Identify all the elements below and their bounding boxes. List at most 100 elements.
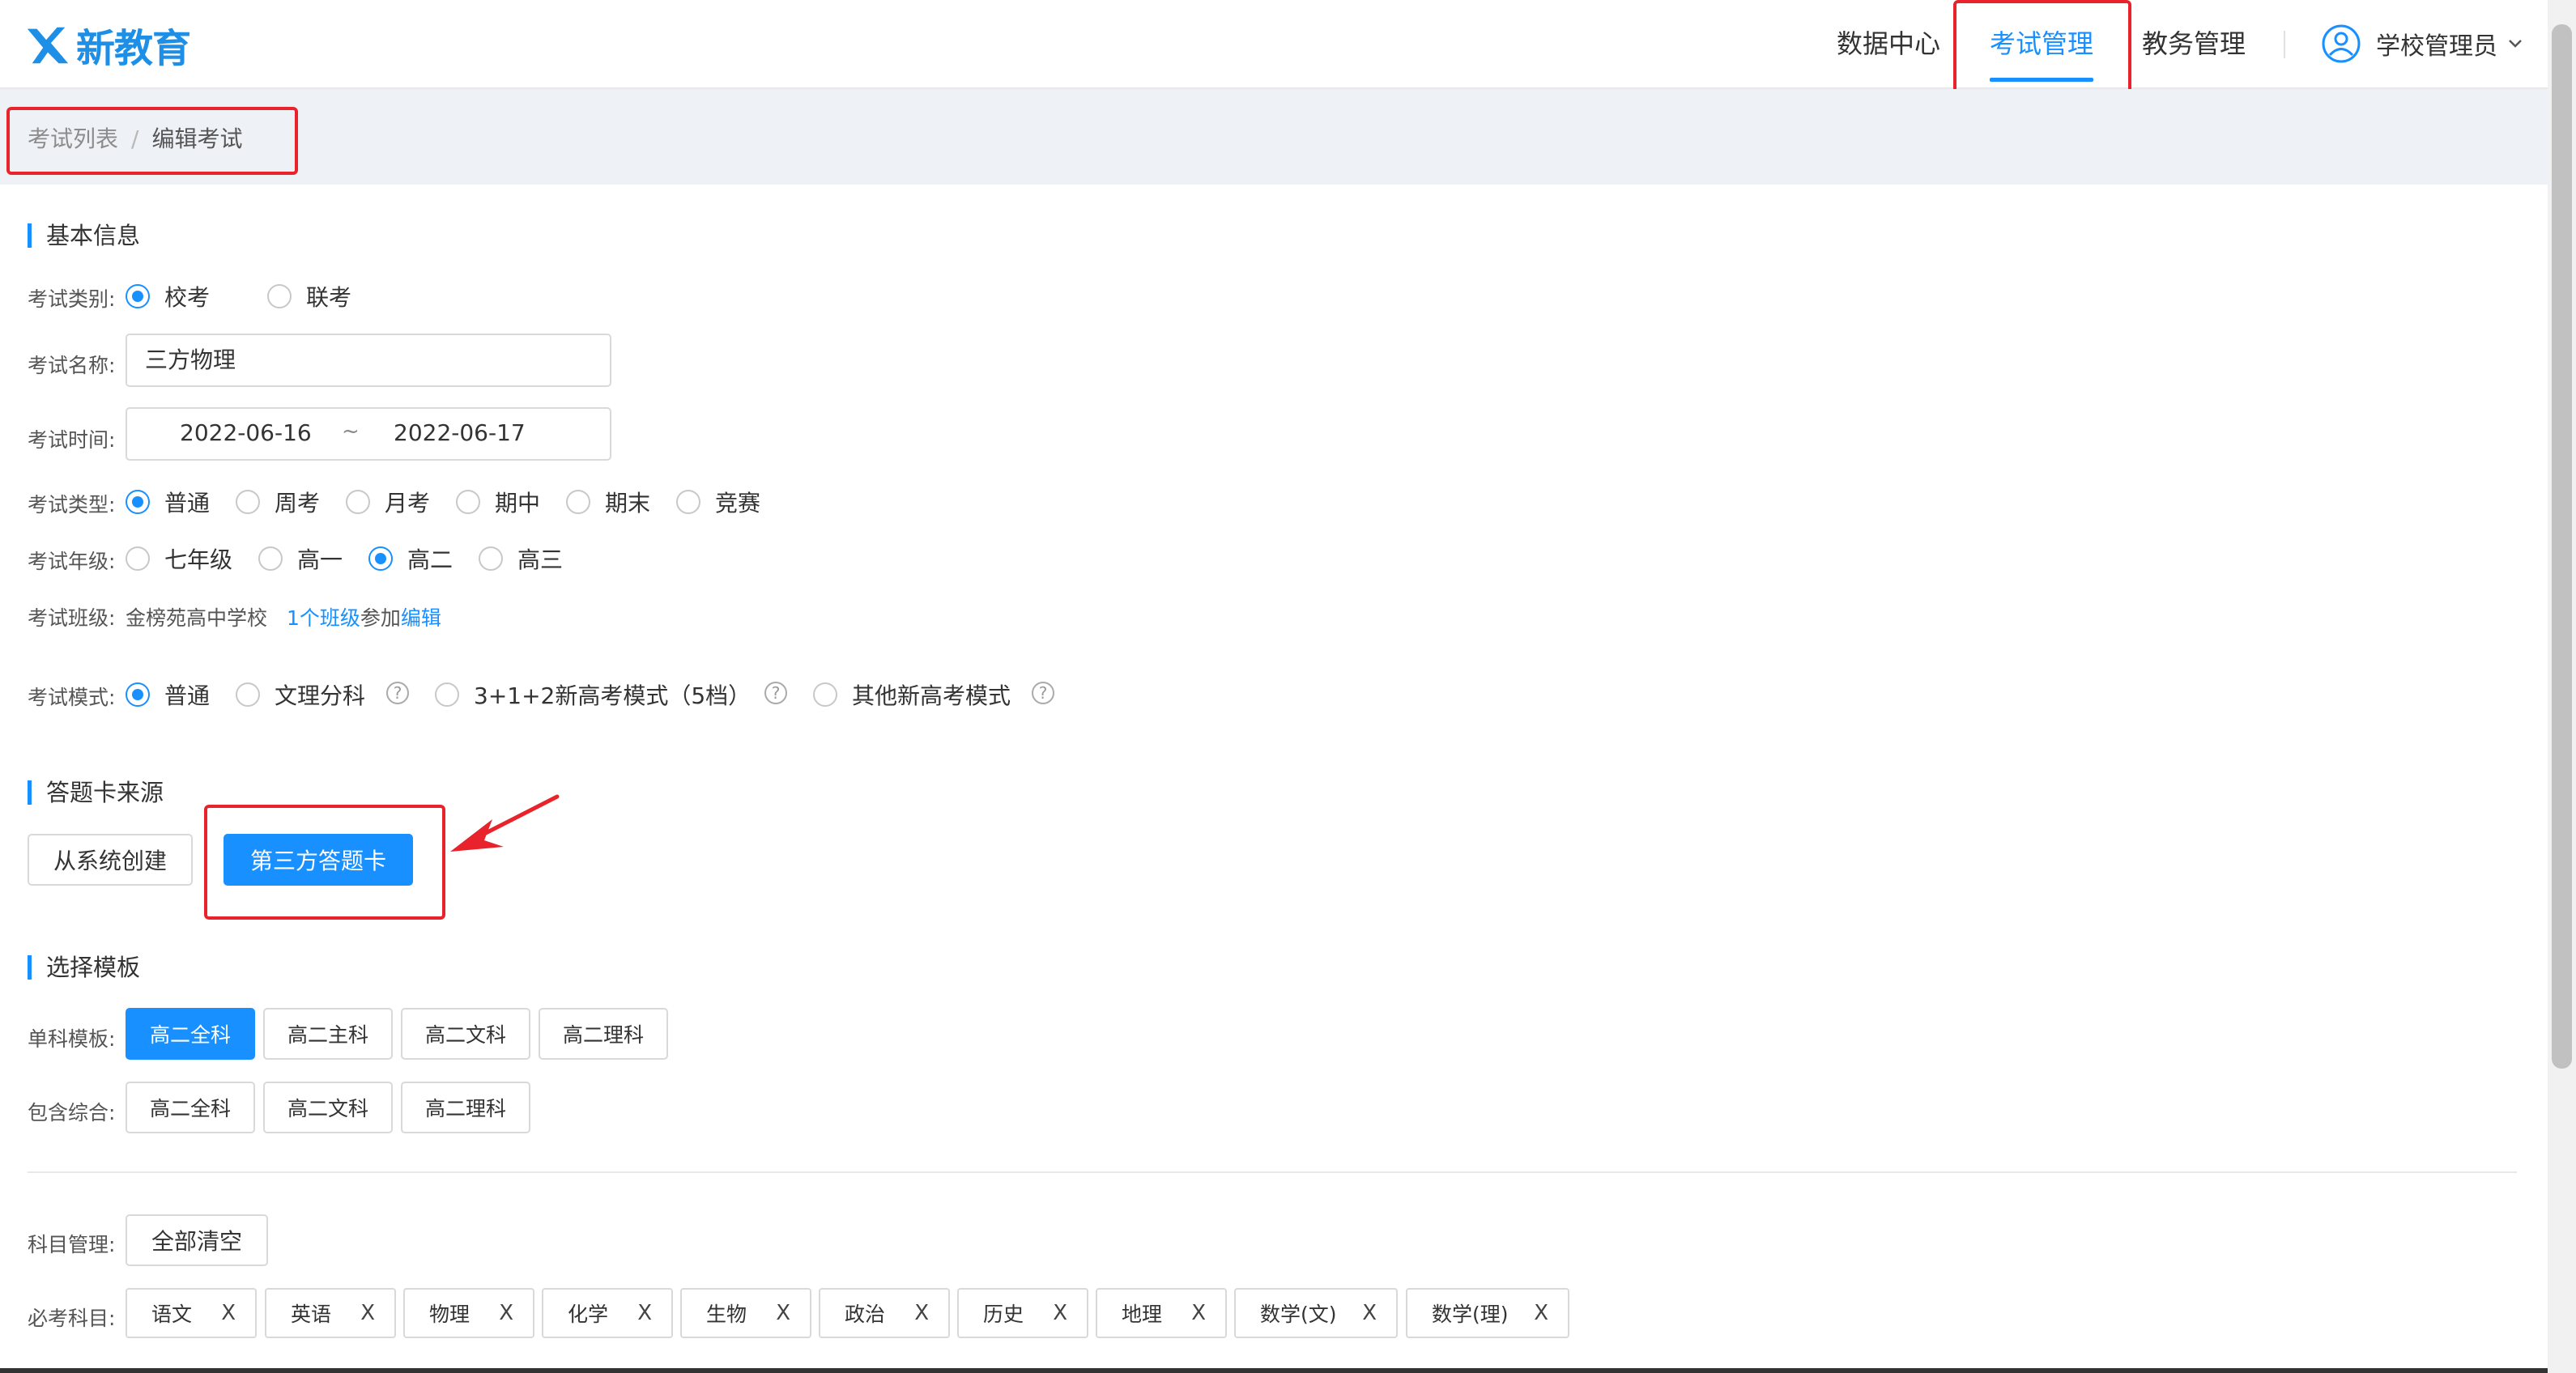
radio-type-final[interactable]: 期末 (566, 486, 650, 518)
section-divider (28, 1171, 2517, 1173)
subject-name: 地理 (1122, 1303, 1163, 1326)
radio-mode-arts-science[interactable]: 文理分科 (236, 678, 365, 711)
subject-tag-politics: 政治 X (819, 1288, 950, 1338)
annotation-highlight-breadcrumb (6, 107, 298, 175)
radio-grade-10[interactable]: 高一 (258, 542, 343, 575)
annotation-highlight-card-source (204, 805, 445, 920)
radio-label: 校考 (164, 284, 211, 311)
close-icon[interactable]: X (1191, 1301, 1206, 1325)
radio-grade-12[interactable]: 高三 (479, 542, 563, 575)
school-name: 金榜苑高中学校 (126, 606, 268, 630)
subject-name: 政治 (845, 1303, 886, 1326)
user-name: 学校管理员 (2376, 32, 2497, 61)
required-subjects-label: 必考科目: (28, 1307, 116, 1330)
radio-mode-normal[interactable]: 普通 (126, 678, 210, 711)
close-icon[interactable]: X (637, 1301, 652, 1325)
radio-type-weekly[interactable]: 周考 (236, 486, 320, 518)
class-edit-link[interactable]: 编辑 (401, 606, 441, 630)
nav-academic-affairs[interactable]: 教务管理 (2142, 0, 2246, 87)
radio-category-joint[interactable]: 联考 (267, 280, 351, 312)
radio-dot (258, 546, 283, 571)
radio-grade-11[interactable]: 高二 (368, 542, 453, 575)
radio-label: 七年级 (164, 546, 233, 573)
logo-icon (27, 27, 69, 64)
template-single-science[interactable]: 高二理科 (539, 1008, 668, 1060)
subject-tag-biology: 生物 X (680, 1288, 811, 1338)
breadcrumb-bar (0, 89, 2548, 185)
radio-dot (236, 682, 260, 707)
class-count-link[interactable]: 1个班级 (287, 606, 360, 630)
subject-tag-english: 英语 X (265, 1288, 396, 1338)
section-title-template: 选择模板 (28, 955, 140, 980)
exam-name-label: 考试名称: (28, 354, 116, 377)
exam-class-info: 金榜苑高中学校 1个班级参加编辑 (126, 602, 441, 631)
subject-tag-physics: 物理 X (403, 1288, 534, 1338)
exam-name-input[interactable]: 三方物理 (126, 334, 611, 387)
radio-dot (813, 682, 837, 707)
radio-category-school[interactable]: 校考 (126, 280, 210, 312)
subject-name: 语文 (151, 1303, 193, 1326)
template-combined-arts[interactable]: 高二文科 (263, 1082, 393, 1133)
radio-mode-other[interactable]: 其他新高考模式 (813, 678, 1011, 711)
section-title-basic-info: 基本信息 (28, 223, 140, 248)
exam-mode-label: 考试模式: (28, 686, 116, 709)
subject-tag-chemistry: 化学 X (542, 1288, 673, 1338)
radio-grade-7[interactable]: 七年级 (126, 542, 232, 575)
logo[interactable]: 新教育 (24, 16, 191, 73)
date-range-separator: ~ (342, 419, 360, 444)
close-icon[interactable]: X (499, 1301, 513, 1325)
close-icon[interactable]: X (221, 1301, 236, 1325)
template-single-main[interactable]: 高二主科 (263, 1008, 393, 1060)
clear-all-button[interactable]: 全部清空 (126, 1214, 268, 1266)
radio-type-monthly[interactable]: 月考 (346, 486, 430, 518)
radio-type-normal[interactable]: 普通 (126, 486, 210, 518)
help-icon[interactable]: ? (386, 682, 409, 704)
template-single-all[interactable]: 高二全科 (126, 1008, 255, 1060)
radio-label: 文理分科 (275, 682, 366, 709)
radio-dot (236, 490, 260, 514)
close-icon[interactable]: X (1053, 1301, 1067, 1325)
help-icon[interactable]: ? (1032, 682, 1054, 704)
exam-category-label: 考试类别: (28, 287, 116, 311)
template-combined-science[interactable]: 高二理科 (401, 1082, 530, 1133)
subject-tag-math-science: 数学(理) X (1406, 1288, 1569, 1338)
exam-start-date[interactable]: 2022-06-16 (180, 419, 312, 446)
radio-dot (126, 490, 150, 514)
radio-dot (126, 682, 150, 707)
radio-label: 竞赛 (715, 490, 761, 516)
user-avatar-icon (2322, 24, 2361, 63)
create-from-system-button[interactable]: 从系统创建 (28, 834, 193, 886)
user-menu[interactable]: 学校管理员 (2321, 21, 2523, 66)
page-scrollbar-thumb[interactable] (2552, 24, 2572, 1069)
subject-name: 历史 (983, 1303, 1024, 1326)
template-single-arts[interactable]: 高二文科 (401, 1008, 530, 1060)
radio-label: 3+1+2新高考模式（5档） (474, 682, 752, 709)
radio-dot (346, 490, 370, 514)
exam-type-label: 考试类型: (28, 493, 116, 516)
subject-tag-geography: 地理 X (1096, 1288, 1227, 1338)
exam-class-label: 考试班级: (28, 606, 116, 630)
annotation-arrow-icon (450, 794, 560, 852)
radio-dot (435, 682, 459, 707)
bottom-edge (0, 1368, 2548, 1373)
subject-name: 物理 (429, 1303, 470, 1326)
combined-template-label: 包含综合: (28, 1101, 116, 1124)
subject-tag-history: 历史 X (957, 1288, 1088, 1338)
class-join-text: 参加 (360, 606, 401, 630)
close-icon[interactable]: X (360, 1301, 375, 1325)
radio-dot (479, 546, 503, 571)
template-combined-all[interactable]: 高二全科 (126, 1082, 255, 1133)
close-icon[interactable]: X (1362, 1301, 1377, 1325)
close-icon[interactable]: X (1534, 1301, 1548, 1325)
nav-data-center[interactable]: 数据中心 (1837, 0, 1940, 87)
radio-type-contest[interactable]: 竞赛 (676, 486, 760, 518)
help-icon[interactable]: ? (764, 682, 787, 704)
radio-mode-312[interactable]: 3+1+2新高考模式（5档） (435, 678, 751, 711)
close-icon[interactable]: X (914, 1301, 929, 1325)
exam-end-date[interactable]: 2022-06-17 (394, 419, 526, 446)
subject-management-label: 科目管理: (28, 1233, 116, 1256)
close-icon[interactable]: X (776, 1301, 790, 1325)
nav-divider (2284, 31, 2285, 58)
radio-type-midterm[interactable]: 期中 (456, 486, 540, 518)
radio-label: 高三 (517, 546, 564, 573)
